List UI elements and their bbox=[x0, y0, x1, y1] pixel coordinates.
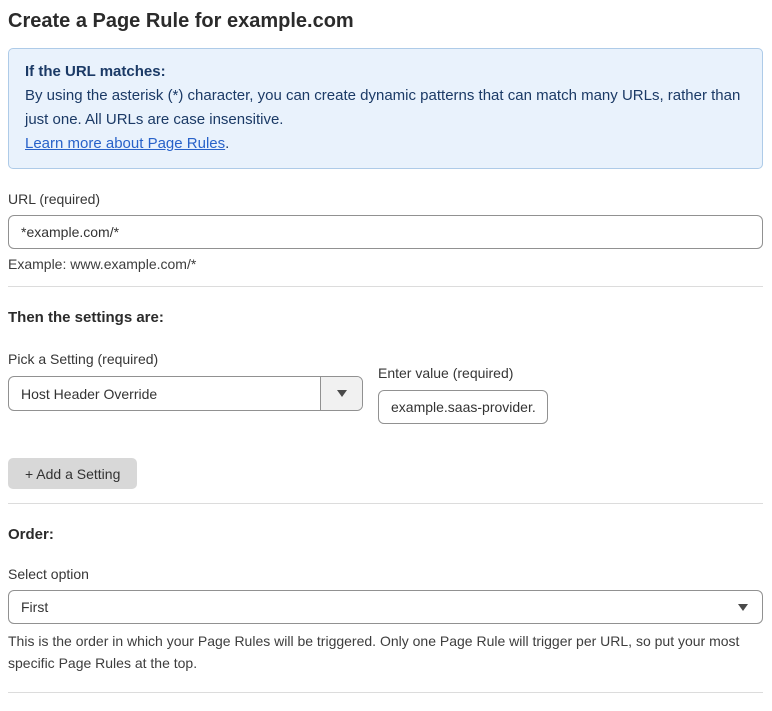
order-select-value: First bbox=[21, 599, 49, 615]
setting-select[interactable]: Host Header Override bbox=[8, 376, 363, 411]
setting-select-value: Host Header Override bbox=[21, 385, 158, 402]
order-section-heading: Order: bbox=[8, 526, 54, 543]
url-input[interactable] bbox=[8, 215, 763, 249]
setting-select-caret-segment[interactable] bbox=[320, 377, 362, 410]
create-page-rule-form: Create a Page Rule for example.com If th… bbox=[0, 0, 772, 711]
info-box-link-line: Learn more about Page Rules. bbox=[25, 132, 746, 156]
setting-value-input[interactable] bbox=[378, 390, 548, 424]
order-select-label: Select option bbox=[8, 566, 89, 582]
chevron-down-icon bbox=[738, 603, 748, 611]
url-field-label: URL (required) bbox=[8, 191, 101, 207]
divider bbox=[8, 286, 763, 287]
setting-select-column: Pick a Setting (required) Host Header Ov… bbox=[8, 351, 363, 411]
divider bbox=[8, 503, 763, 504]
chevron-down-icon bbox=[336, 390, 347, 397]
info-box-body: By using the asterisk (*) character, you… bbox=[25, 87, 741, 128]
learn-more-link[interactable]: Learn more about Page Rules bbox=[25, 135, 225, 152]
settings-row: Pick a Setting (required) Host Header Ov… bbox=[8, 351, 763, 424]
order-help-text: This is the order in which your Page Rul… bbox=[8, 633, 740, 671]
order-select-caret-area bbox=[738, 591, 762, 623]
link-suffix: . bbox=[225, 135, 230, 152]
add-setting-button[interactable]: + Add a Setting bbox=[8, 458, 138, 489]
info-box-heading: If the URL matches: bbox=[25, 63, 166, 80]
page-title: Create a Page Rule for example.com bbox=[8, 10, 354, 32]
url-example-text: Example: www.example.com/* bbox=[8, 256, 197, 272]
setting-value-column: Enter value (required) bbox=[378, 351, 548, 424]
url-match-info-box: If the URL matches: By using the asteris… bbox=[8, 48, 763, 169]
setting-select-label: Pick a Setting (required) bbox=[8, 351, 159, 367]
divider bbox=[8, 692, 763, 693]
settings-section-heading: Then the settings are: bbox=[8, 309, 164, 326]
value-field-label: Enter value (required) bbox=[378, 365, 514, 381]
order-select[interactable]: First bbox=[8, 590, 763, 624]
